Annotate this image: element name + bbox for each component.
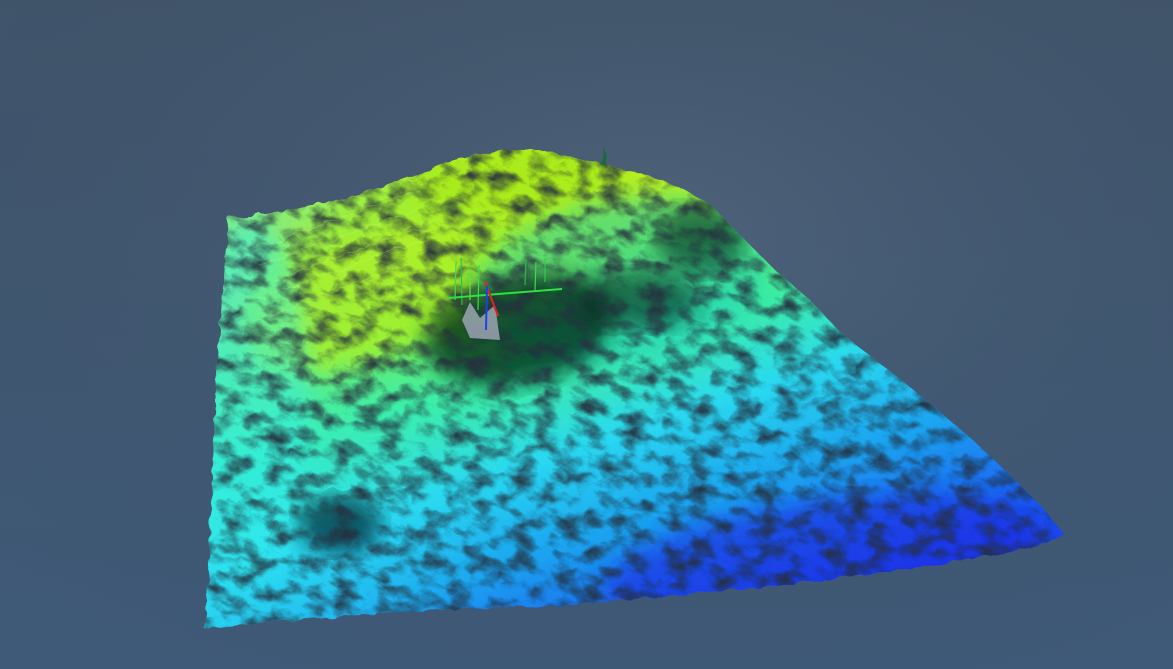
scene-canvas[interactable] xyxy=(0,0,1173,669)
3d-viewport[interactable] xyxy=(0,0,1173,669)
z-axis-line xyxy=(485,285,488,331)
